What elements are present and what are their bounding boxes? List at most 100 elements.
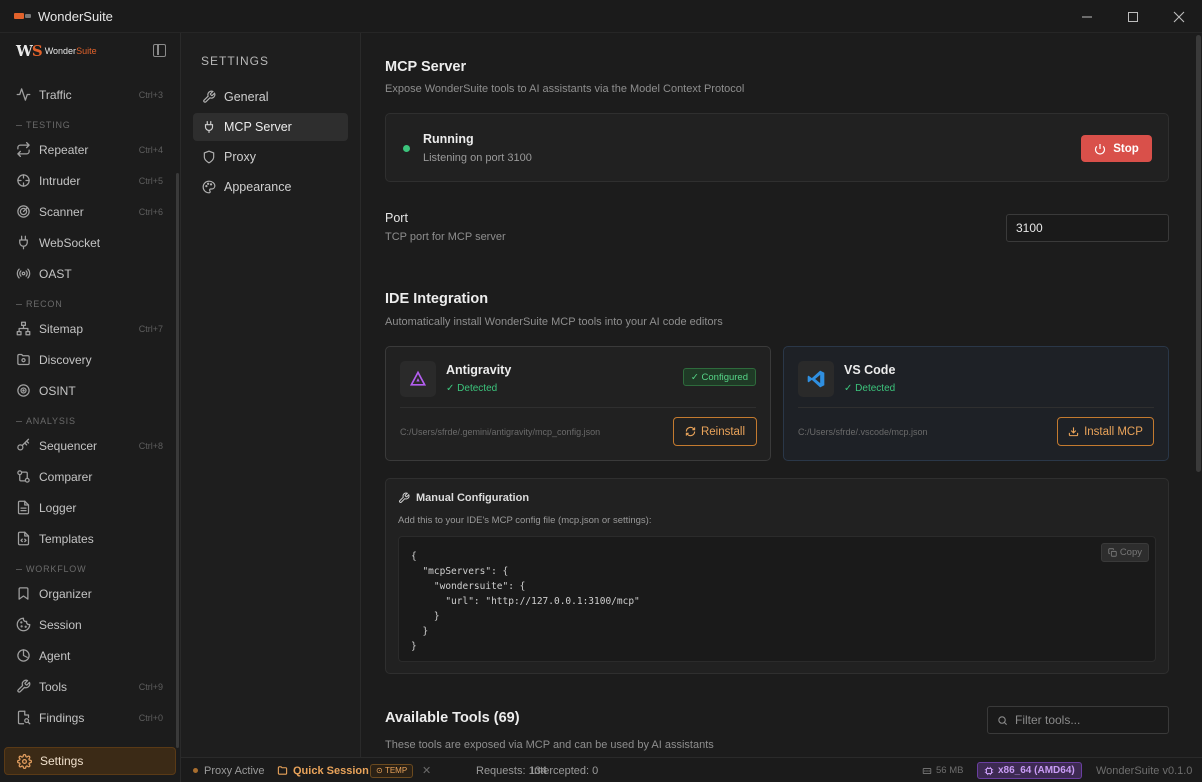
nav-list: Traffic Ctrl+3 TESTING Repeater Ctrl+4 Intrud… (0, 79, 180, 733)
sidebar-item-websocket[interactable]: WebSocket (0, 227, 180, 258)
shortcut-hint: Ctrl+4 (138, 144, 163, 155)
sidebar-item-label: Sitemap (39, 321, 84, 336)
sidebar-item-discovery[interactable]: Discovery (0, 344, 180, 375)
window-controls (1064, 0, 1202, 33)
session-indicator[interactable]: Quick Session (277, 758, 369, 782)
status-subtitle: Listening on port 3100 (423, 152, 532, 164)
memory-usage: 56 MB (922, 758, 963, 782)
ide-name: VS Code (844, 363, 896, 377)
copy-button[interactable]: Copy (1100, 543, 1149, 562)
logo: WS WonderSuite (16, 42, 97, 60)
sidebar-item-label: Logger (39, 500, 77, 515)
sidebar-item-sitemap[interactable]: Sitemap Ctrl+7 (0, 313, 180, 344)
download-icon (1068, 427, 1079, 437)
sidebar-item-findings[interactable]: Findings Ctrl+0 (0, 702, 180, 733)
app-version: WonderSuite v0.1.0 (1096, 764, 1193, 777)
sidebar-item-label: Repeater (39, 142, 89, 157)
shortcut-hint: Ctrl+8 (138, 440, 163, 451)
ide-card-antigravity: Antigravity ✓ Detected ✓ Configured C:/U… (385, 346, 771, 461)
logo-row: WS WonderSuite (0, 33, 180, 69)
shortcut-hint: Ctrl+5 (138, 175, 163, 186)
sidebar-item-organizer[interactable]: Organizer (0, 578, 180, 609)
sidebar-item-repeater[interactable]: Repeater Ctrl+4 (0, 134, 180, 165)
sidebar-item-tools[interactable]: Tools Ctrl+9 (0, 671, 180, 702)
copy-icon (1108, 548, 1117, 557)
crosshair-icon (16, 173, 31, 188)
settings-heading: SETTINGS (201, 54, 270, 68)
status-title: Running (423, 132, 474, 146)
palette-icon (202, 180, 216, 194)
sidebar-item-label: Scanner (39, 204, 84, 219)
refresh-icon (685, 426, 696, 437)
stop-label: Stop (1113, 142, 1139, 155)
plug-icon (16, 235, 31, 250)
ide-name: Antigravity (446, 363, 512, 377)
sidebar-item-label: Session (39, 617, 82, 632)
gear-icon (17, 753, 32, 769)
divider (798, 407, 1154, 408)
sidebar-item-session[interactable]: Session (0, 609, 180, 640)
settings-item-mcp-server[interactable]: MCP Server (193, 113, 348, 141)
page-title: MCP Server (385, 59, 467, 75)
sidebar-item-label: OAST (39, 266, 72, 281)
shortcut-hint: Ctrl+7 (138, 323, 163, 334)
nav-group-header: WORKFLOW (0, 554, 180, 578)
sidebar-item-osint[interactable]: OSINT (0, 375, 180, 406)
sidebar-item-oast[interactable]: OAST (0, 258, 180, 289)
install-mcp-button[interactable]: Install MCP (1057, 417, 1154, 446)
sidebar-scrollbar[interactable] (176, 173, 179, 748)
sidebar-item-label: Tools (39, 679, 68, 694)
port-description: TCP port for MCP server (385, 231, 506, 243)
manual-config-title: Manual Configuration (398, 492, 529, 504)
stop-server-button[interactable]: Stop (1081, 135, 1152, 162)
collapse-sidebar-button[interactable] (153, 44, 166, 57)
minimize-button[interactable] (1064, 0, 1110, 33)
maximize-icon (1128, 11, 1138, 22)
group-dash (16, 421, 22, 422)
sidebar-item-intruder[interactable]: Intruder Ctrl+5 (0, 165, 180, 196)
compare-icon (16, 469, 31, 484)
config-path: C:/Users/sfrde/.vscode/mcp.json (798, 427, 928, 437)
temp-badge-wrap: ⊙ TEMP (370, 758, 414, 782)
minimize-icon (1082, 16, 1092, 17)
cookie-icon (16, 617, 31, 632)
tools-section-subtitle: These tools are exposed via MCP and can … (385, 739, 714, 751)
settings-item-general[interactable]: General (193, 83, 348, 111)
reinstall-label: Reinstall (700, 425, 746, 438)
sidebar-item-templates[interactable]: Templates (0, 523, 180, 554)
sidebar-item-logger[interactable]: Logger (0, 492, 180, 523)
title-bar: WonderSuite (0, 0, 1202, 33)
settings-item-proxy[interactable]: Proxy (193, 143, 348, 171)
temp-badge: ⊙ TEMP (370, 763, 414, 778)
settings-item-label: MCP Server (224, 120, 292, 134)
close-icon (1173, 11, 1185, 22)
page-subtitle: Expose WonderSuite tools to AI assistant… (385, 83, 745, 95)
sidebar-item-label: Organizer (39, 586, 92, 601)
main-scrollbar[interactable] (1194, 33, 1202, 757)
group-dash (16, 569, 22, 570)
close-session-button[interactable]: ✕ (422, 758, 431, 782)
proxy-status-dot (193, 768, 198, 773)
sidebar-item-scanner[interactable]: Scanner Ctrl+6 (0, 196, 180, 227)
sidebar-item-label: OSINT (39, 383, 76, 398)
filter-tools-input[interactable] (1015, 713, 1155, 727)
port-input[interactable] (1006, 214, 1169, 242)
settings-item-appearance[interactable]: Appearance (193, 173, 348, 201)
group-dash (16, 125, 22, 126)
shortcut-hint: Ctrl+9 (138, 681, 163, 692)
reinstall-button[interactable]: Reinstall (673, 417, 757, 446)
sidebar-item-agent[interactable]: Agent (0, 640, 180, 671)
radio-icon (16, 266, 31, 281)
ide-card-vscode: VS Code ✓ Detected C:/Users/sfrde/.vscod… (783, 346, 1169, 461)
maximize-button[interactable] (1110, 0, 1156, 33)
main-scroll-thumb[interactable] (1196, 35, 1201, 472)
sidebar-item-comparer[interactable]: Comparer (0, 461, 180, 492)
sidebar-item-traffic[interactable]: Traffic Ctrl+3 (0, 79, 180, 110)
bookmark-icon (16, 586, 31, 601)
close-button[interactable] (1156, 0, 1202, 33)
filter-tools-field[interactable] (987, 706, 1169, 734)
proxy-status[interactable]: Proxy Active (193, 758, 265, 782)
config-path: C:/Users/sfrde/.gemini/antigravity/mcp_c… (400, 427, 601, 437)
sidebar-item-settings[interactable]: Settings (4, 747, 176, 775)
sidebar-item-sequencer[interactable]: Sequencer Ctrl+8 (0, 430, 180, 461)
